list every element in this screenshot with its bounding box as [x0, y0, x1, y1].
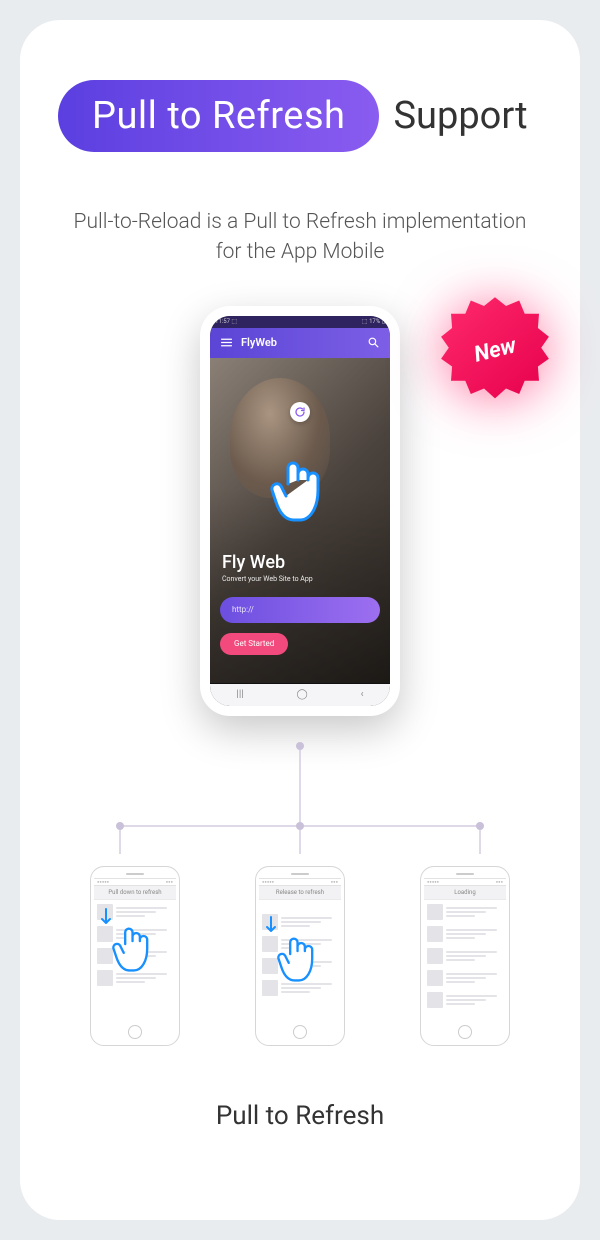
status-bar: 11:57 ⬚ ⬚ 17% ▯ — [210, 316, 390, 328]
home-button-icon — [128, 1025, 142, 1039]
step-phone-1: ●●●●●●●● Pull down to refresh — [90, 866, 180, 1046]
search-icon[interactable] — [367, 336, 380, 349]
status-left: 11:57 ⬚ — [215, 318, 237, 325]
home-button-icon — [458, 1025, 472, 1039]
hero-text: Fly Web Convert your Web Site to App — [222, 552, 313, 583]
footer-title: Pull to Refresh — [50, 1101, 550, 1131]
touch-gesture-icon — [270, 448, 330, 532]
hero-title: Fly Web — [222, 552, 313, 573]
steps-row: ●●●●●●●● Pull down to refresh — [50, 866, 550, 1046]
touch-gesture-icon — [277, 926, 321, 992]
step-banner: Loading — [424, 886, 506, 900]
app-bar: FlyWeb — [210, 328, 390, 358]
status-right: ⬚ 17% ▯ — [362, 318, 385, 325]
main-phone-mock: 11:57 ⬚ ⬚ 17% ▯ FlyWeb — [200, 306, 400, 716]
step-phone-3: ●●●●●●●● Loading — [420, 866, 510, 1046]
refresh-indicator — [290, 402, 310, 422]
step-banner: Pull down to refresh — [94, 886, 176, 900]
status-bar: ●●●●●●●● — [424, 878, 506, 886]
arrow-down-icon — [100, 908, 112, 930]
recent-apps-icon[interactable]: ||| — [236, 689, 243, 700]
home-icon[interactable]: ◯ — [297, 689, 308, 700]
title-support: Support — [393, 94, 527, 138]
url-input[interactable]: http:// — [220, 597, 380, 623]
touch-gesture-icon — [112, 916, 156, 982]
flow-connectors — [50, 736, 550, 856]
hero-subtitle: Convert your Web Site to App — [222, 575, 313, 583]
step-phone-2: ●●●●●●●● Release to refresh — [255, 866, 345, 1046]
phone-screen: 11:57 ⬚ ⬚ 17% ▯ FlyWeb — [210, 316, 390, 706]
hero-area: Fly Web Convert your Web Site to App htt… — [210, 358, 390, 683]
subtitle: Pull-to-Reload is a Pull to Refresh impl… — [50, 207, 550, 268]
get-started-button[interactable]: Get Started — [220, 633, 288, 655]
android-nav-bar: ||| ◯ ‹ — [210, 684, 390, 706]
feature-card: Pull to Refresh Support Pull-to-Reload i… — [20, 20, 580, 1220]
refresh-icon — [294, 406, 306, 418]
home-button-icon — [293, 1025, 307, 1039]
new-badge: New — [440, 295, 550, 405]
arrow-down-icon — [265, 916, 277, 938]
app-title: FlyWeb — [241, 336, 277, 349]
status-bar: ●●●●●●●● — [94, 878, 176, 886]
menu-icon[interactable] — [220, 336, 233, 349]
header: Pull to Refresh Support — [58, 80, 550, 152]
status-bar: ●●●●●●●● — [259, 878, 341, 886]
title-pill: Pull to Refresh — [58, 80, 379, 152]
back-icon[interactable]: ‹ — [361, 689, 364, 700]
step-banner: Release to refresh — [259, 886, 341, 900]
